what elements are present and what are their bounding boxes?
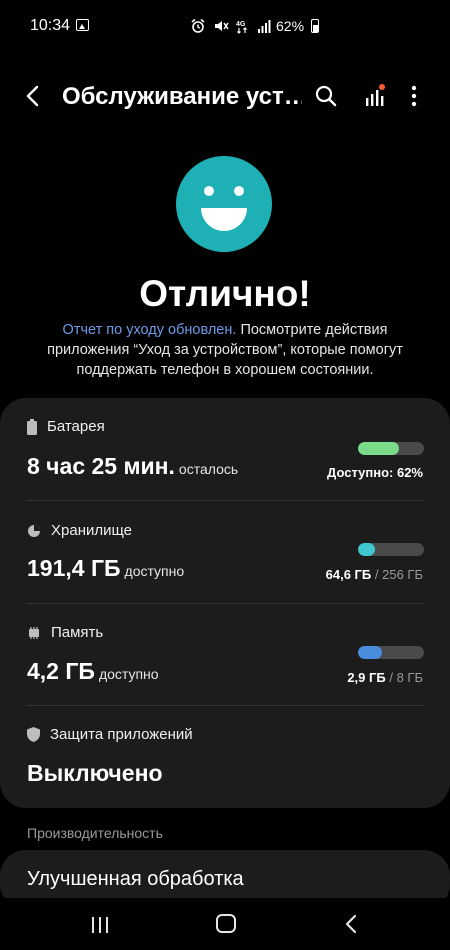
storage-total: / 256 ГБ: [374, 567, 423, 582]
status-icons: 4G 62%: [190, 18, 320, 34]
storage-usage: 64,6 ГБ / 256 ГБ: [326, 567, 423, 582]
memory-used: 2,9 ГБ: [347, 670, 386, 685]
status-bar: 10:34 4G 62%: [0, 0, 450, 52]
storage-suffix: доступно: [124, 563, 185, 579]
battery-header: Батарея: [27, 418, 105, 435]
battery-value: 8 час 25 мин. осталось: [27, 453, 238, 480]
memory-progress-bar: [358, 646, 424, 659]
storage-label: Хранилище: [51, 522, 132, 539]
face-eye-right: [234, 186, 244, 196]
memory-label: Память: [51, 624, 104, 641]
face-mouth: [201, 208, 247, 231]
app-bar: Обслуживание уст…: [0, 74, 450, 120]
memory-header: Память: [27, 624, 103, 641]
device-care-card: Батарея 8 час 25 мин. осталось Доступно: …: [0, 398, 450, 808]
memory-value: 4,2 ГБ доступно: [27, 658, 159, 685]
storage-used: 64,6 ГБ: [325, 567, 372, 582]
status-time: 10:34: [30, 17, 71, 34]
memory-row[interactable]: Память 4,2 ГБ доступно 2,9 ГБ / 8 ГБ: [0, 603, 450, 705]
shield-icon: [27, 727, 40, 742]
battery-label: Батарея: [47, 418, 105, 435]
battery-icon: [311, 19, 320, 33]
performance-section-label: Производительность: [27, 825, 163, 841]
mute-icon: [215, 21, 229, 31]
memory-progress-fill: [358, 646, 382, 659]
battery-available: Доступно: 62%: [327, 465, 423, 480]
care-report-link[interactable]: Отчет по уходу обновлен.: [63, 322, 237, 338]
storage-row[interactable]: Хранилище 191,4 ГБ доступно 64,6 ГБ / 256…: [0, 500, 450, 603]
battery-progress-bar: [358, 442, 424, 455]
memory-usage: 2,9 ГБ / 8 ГБ: [347, 670, 423, 685]
storage-progress-bar: [358, 543, 424, 556]
status-title: Отлично!: [139, 273, 311, 314]
storage-progress-fill: [358, 543, 375, 556]
memory-chip-icon: [29, 626, 39, 639]
alarm-icon: [191, 18, 205, 33]
app-protection-status: Выключено: [27, 760, 163, 786]
home-icon[interactable]: [216, 914, 236, 933]
battery-percent: 62%: [276, 18, 305, 34]
memory-total: / 8 ГБ: [389, 670, 423, 685]
notification-dot: [379, 84, 385, 90]
storage-header: Хранилище: [27, 522, 132, 539]
nav-back-icon[interactable]: [343, 914, 359, 934]
battery-suffix: осталось: [178, 461, 239, 477]
battery-row[interactable]: Батарея 8 час 25 мин. осталось Доступно: …: [0, 398, 450, 500]
status-description: Отчет по уходу обновлен. Посмотрите дейс…: [20, 320, 430, 380]
more-options-icon[interactable]: [404, 84, 424, 108]
recent-apps-icon[interactable]: [90, 915, 110, 935]
navigation-bar: [0, 898, 450, 950]
storage-available: 191,4 ГБ: [27, 555, 121, 581]
face-eye-left: [204, 186, 214, 196]
back-arrow-icon[interactable]: [22, 84, 46, 108]
app-protection-header: Защита приложений: [27, 726, 193, 743]
battery-time: 8 час 25 мин.: [27, 453, 175, 479]
battery-progress-fill: [358, 442, 399, 455]
battery-icon: [27, 418, 37, 435]
gallery-notification-icon: [76, 19, 89, 31]
storage-value: 191,4 ГБ доступно: [27, 555, 184, 582]
memory-suffix: доступно: [98, 666, 159, 682]
storage-pie-icon: [28, 524, 40, 537]
smiley-face-icon: [176, 156, 272, 252]
svg-text:4G: 4G: [236, 21, 246, 28]
enhanced-processing-title: Улучшенная обработка: [27, 868, 244, 890]
search-icon[interactable]: [314, 84, 338, 108]
app-protection-label: Защита приложений: [50, 726, 193, 743]
app-protection-row[interactable]: Защита приложений Выключено: [0, 705, 450, 808]
memory-available: 4,2 ГБ: [27, 658, 95, 684]
page-title: Обслуживание уст…: [62, 83, 302, 110]
4g-data-icon: 4G: [236, 21, 247, 34]
signal-icon: [258, 20, 271, 33]
